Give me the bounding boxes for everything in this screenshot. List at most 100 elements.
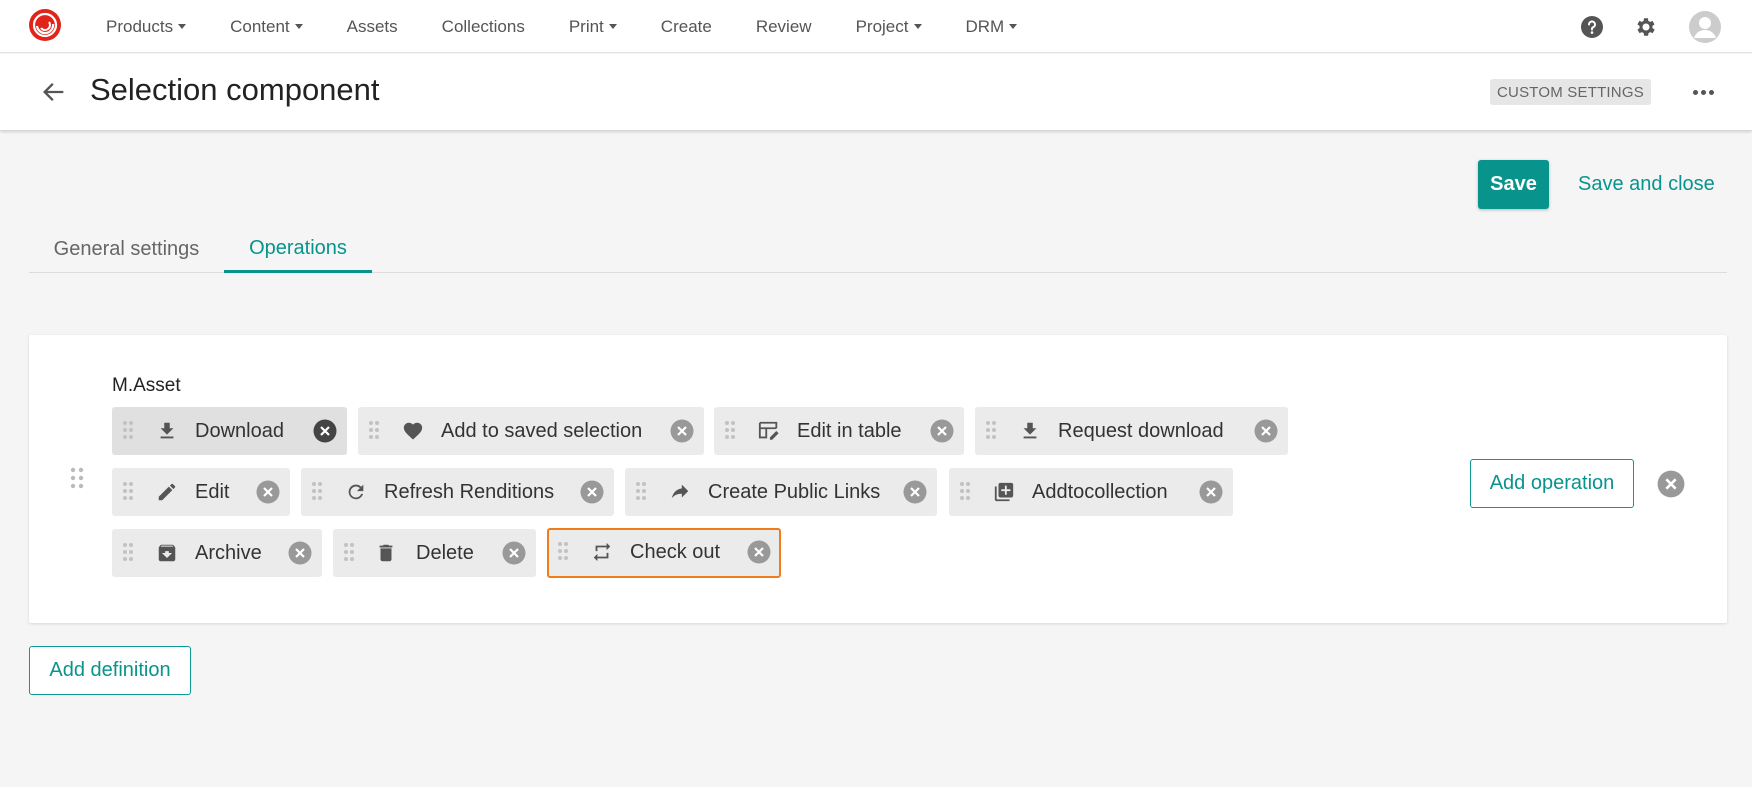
drag-handle-icon[interactable] <box>70 467 84 494</box>
operation-label: Add to saved selection <box>441 419 643 442</box>
nav-assets[interactable]: Assets <box>325 0 420 53</box>
operation-chip-request-download[interactable]: Request download <box>975 407 1288 455</box>
drag-handle-icon[interactable] <box>122 481 134 506</box>
drag-handle-icon[interactable] <box>122 542 134 567</box>
operation-label: Refresh Renditions <box>384 480 555 503</box>
nav-label: Review <box>755 16 812 36</box>
operation-label: Create Public Links <box>708 480 881 503</box>
save-button[interactable]: Save <box>1478 160 1549 209</box>
remove-operation-icon[interactable] <box>580 480 604 504</box>
nav-label: Products <box>106 16 174 36</box>
remove-operation-icon[interactable] <box>1254 419 1278 443</box>
nav-print[interactable]: Print <box>547 0 639 53</box>
drag-handle-icon[interactable] <box>122 420 134 445</box>
more-options-icon[interactable] <box>1688 78 1718 106</box>
page-title: Selection component <box>90 72 380 107</box>
operation-definition-card: M.Asset Download Add to saved selection … <box>29 335 1727 623</box>
add-operation-button[interactable]: Add operation <box>1470 459 1634 508</box>
caret-down-icon <box>913 24 922 29</box>
drag-handle-icon[interactable] <box>311 481 323 506</box>
operation-chip-create-public-links[interactable]: Create Public Links <box>625 468 937 516</box>
nav-create[interactable]: Create <box>639 0 734 53</box>
remove-operation-icon[interactable] <box>502 541 526 565</box>
share-arrow-icon <box>669 481 691 503</box>
archive-icon <box>156 542 178 564</box>
tab-operations[interactable]: Operations <box>224 226 372 273</box>
nav-right-tools <box>1580 0 1752 53</box>
settings-tabs: General settings Operations <box>29 226 1727 273</box>
download-icon <box>156 420 178 442</box>
operation-label: Addtocollection <box>1032 480 1168 503</box>
remove-operation-icon[interactable] <box>1199 480 1223 504</box>
add-definition-button[interactable]: Add definition <box>29 646 191 695</box>
drag-handle-icon[interactable] <box>985 420 997 445</box>
operation-chip-download[interactable]: Download <box>112 407 347 455</box>
caret-down-icon <box>178 24 187 29</box>
remove-definition-icon[interactable] <box>1657 470 1685 498</box>
gear-icon[interactable] <box>1634 15 1658 39</box>
operation-chip-add-to-saved-selection[interactable]: Add to saved selection <box>358 407 704 455</box>
remove-operation-icon[interactable] <box>930 419 954 443</box>
remove-operation-icon[interactable] <box>256 480 280 504</box>
nav-label: Print <box>568 16 604 36</box>
drag-handle-icon[interactable] <box>635 481 647 506</box>
remove-operation-icon[interactable] <box>670 419 694 443</box>
nav-label: Content <box>230 16 290 36</box>
remove-operation-icon[interactable] <box>313 419 337 443</box>
nav-collections[interactable]: Collections <box>420 0 547 53</box>
tab-general-settings[interactable]: General settings <box>29 226 224 273</box>
collection-add-icon <box>993 481 1015 503</box>
swap-icon <box>591 541 613 563</box>
edit-table-icon <box>758 420 780 442</box>
operation-chip-archive[interactable]: Archive <box>112 529 322 577</box>
operation-chip-edit[interactable]: Edit <box>112 468 290 516</box>
nav-content[interactable]: Content <box>208 0 325 53</box>
caret-down-icon <box>1009 24 1018 29</box>
operation-label: Download <box>195 419 284 442</box>
operation-label: Delete <box>416 541 474 564</box>
nav-label: Project <box>855 16 909 36</box>
nav-label: DRM <box>965 16 1005 36</box>
nav-drm[interactable]: DRM <box>944 0 1040 53</box>
nav-review[interactable]: Review <box>734 0 834 53</box>
nav-products[interactable]: Products <box>84 0 208 53</box>
page-header: Selection component CUSTOM SETTINGS <box>0 54 1752 130</box>
help-icon[interactable] <box>1580 15 1604 39</box>
heart-icon <box>402 420 424 442</box>
drag-handle-icon[interactable] <box>557 541 569 566</box>
nav-label: Assets <box>346 16 398 36</box>
back-arrow-icon[interactable] <box>40 78 68 106</box>
entity-label: M.Asset <box>112 375 181 396</box>
pencil-icon <box>156 481 178 503</box>
top-navigation: Products Content Assets Collections Prin… <box>0 0 1752 53</box>
drag-handle-icon[interactable] <box>724 420 736 445</box>
operation-label: Check out <box>630 540 721 563</box>
remove-operation-icon[interactable] <box>288 541 312 565</box>
operation-label: Archive <box>195 541 262 564</box>
refresh-icon <box>345 481 367 503</box>
download-icon <box>1019 420 1041 442</box>
save-and-close-button[interactable]: Save and close <box>1578 160 1715 209</box>
avatar-icon[interactable] <box>1688 10 1722 44</box>
operation-chip-edit-in-table[interactable]: Edit in table <box>714 407 964 455</box>
nav-label: Collections <box>441 16 525 36</box>
main-menu: Products Content Assets Collections Prin… <box>84 0 1039 53</box>
custom-settings-badge: CUSTOM SETTINGS <box>1490 79 1651 105</box>
operation-chip-delete[interactable]: Delete <box>333 529 536 577</box>
operation-label: Request download <box>1058 419 1224 442</box>
remove-operation-icon[interactable] <box>903 480 927 504</box>
remove-operation-icon[interactable] <box>747 540 771 564</box>
nav-label: Create <box>660 16 712 36</box>
operation-label: Edit <box>195 480 230 503</box>
operation-chip-addtocollection[interactable]: Addtocollection <box>949 468 1233 516</box>
operation-chip-check-out[interactable]: Check out <box>547 528 781 578</box>
drag-handle-icon[interactable] <box>368 420 380 445</box>
caret-down-icon <box>608 24 617 29</box>
sitecore-logo-icon[interactable] <box>28 8 62 42</box>
operation-chip-refresh-renditions[interactable]: Refresh Renditions <box>301 468 614 516</box>
operation-label: Edit in table <box>797 419 902 442</box>
drag-handle-icon[interactable] <box>959 481 971 506</box>
nav-project[interactable]: Project <box>834 0 944 53</box>
trash-icon <box>375 542 397 564</box>
drag-handle-icon[interactable] <box>343 542 355 567</box>
